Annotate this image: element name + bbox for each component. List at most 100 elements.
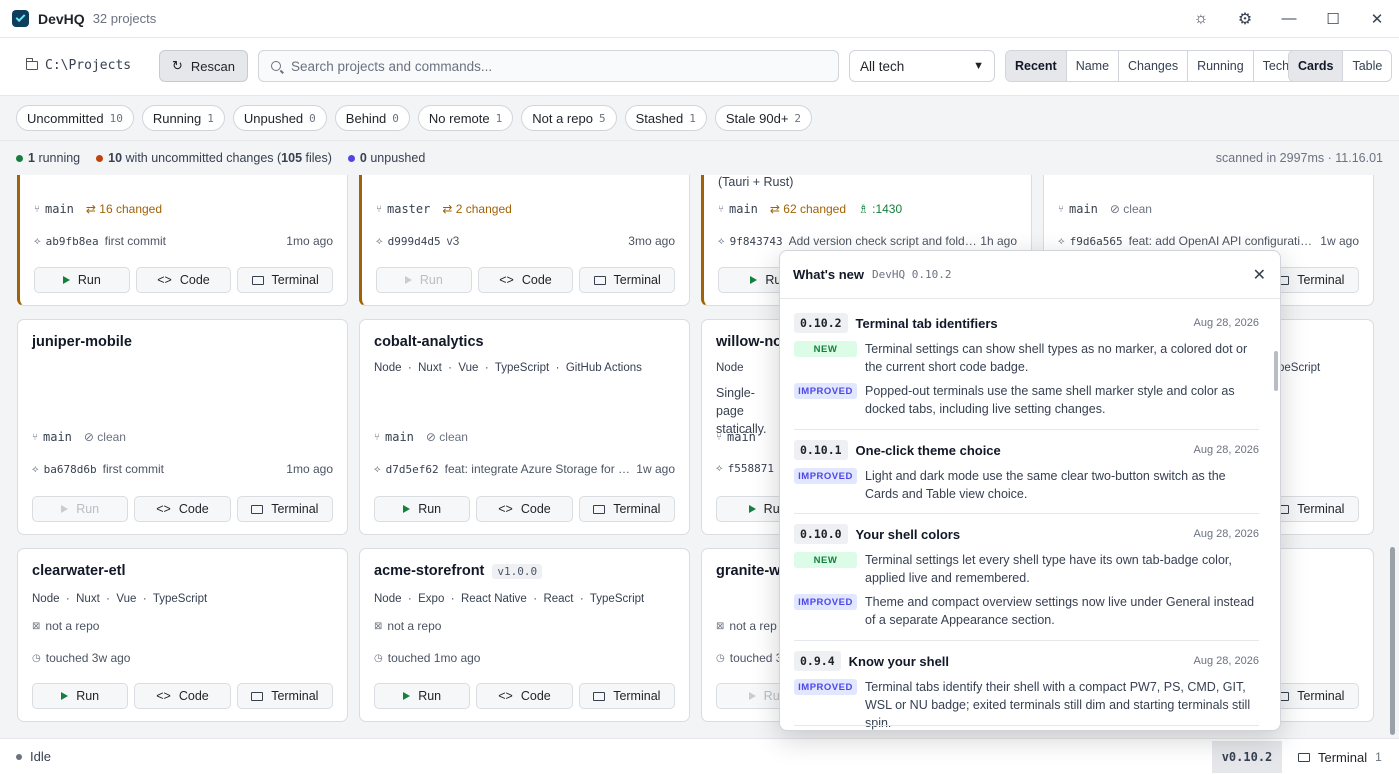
terminal-button[interactable]: Terminal [237, 267, 334, 293]
branch-name: main [43, 430, 72, 444]
terminal-label: Terminal [1297, 502, 1345, 516]
branch-name: main [45, 202, 74, 216]
commit-message: feat: add OpenAI API configuration ... [1128, 234, 1319, 248]
run-button[interactable]: Run [374, 683, 471, 709]
entry-date: Aug 28, 2026 [1193, 528, 1259, 540]
tech-filter-select[interactable]: All tech ▼ [849, 50, 995, 82]
filter-stale[interactable]: Stale 90d+ 2 [714, 105, 813, 131]
run-button[interactable]: Run [32, 496, 129, 522]
terminal-icon [251, 504, 264, 514]
terminal-button[interactable]: Terminal [236, 683, 333, 709]
commit-hash: ba678d6b [43, 462, 97, 476]
changelog-list[interactable]: 0.10.2 Terminal tab identifiers Aug 28, 20… [780, 299, 1280, 730]
changes-badge: ⇄ 2 changed [442, 202, 512, 216]
root-path[interactable]: C:\Projects [26, 58, 131, 73]
project-card[interactable]: cobalt-analytics Node · Nuxt · Vue · Typ… [359, 319, 690, 535]
run-button[interactable]: Run [376, 267, 472, 293]
commit-message: Add version check script and folder ... [788, 234, 979, 248]
tech-tag: React [543, 593, 574, 605]
terminal-button[interactable]: Terminal [578, 496, 675, 522]
view-cards[interactable]: Cards [1289, 51, 1344, 81]
filter-unpushed[interactable]: Unpushed 0 [232, 105, 327, 131]
run-label: Run [418, 689, 442, 703]
project-card[interactable]: acme-storefront v1.0.0 Node · Expo · Reac… [359, 548, 690, 722]
running-count: 1 [28, 151, 35, 165]
project-card[interactable]: ⑂ main ⇄ 16 changed ⟡ ab9fb8ea first commit 1… [17, 175, 348, 306]
chip-count: 10 [109, 111, 123, 125]
project-count: 32 projects [92, 11, 157, 26]
version-button[interactable]: v0.10.2 [1212, 741, 1282, 773]
sort-recent[interactable]: Recent [1006, 51, 1067, 81]
tech-list: (Tauri + Rust) [718, 175, 794, 189]
project-name: willow-no [716, 334, 782, 350]
terminal-panel-toggle[interactable]: Terminal 1 [1298, 739, 1382, 774]
code-button[interactable]: <> Code [476, 683, 573, 709]
tech-list: peScript [1278, 362, 1321, 374]
code-icon: <> [498, 689, 513, 703]
status-text: clean [439, 430, 468, 444]
run-button[interactable]: Run [34, 267, 130, 293]
play-icon [750, 276, 758, 284]
port-badge[interactable]: ♗ :1430 [858, 202, 902, 216]
files-count: 105 [281, 151, 303, 165]
rescan-button[interactable]: ↻ Rescan [159, 50, 248, 82]
grid-scrollbar[interactable] [1386, 175, 1399, 738]
filter-not-a-repo[interactable]: Not a repo 5 [521, 105, 617, 131]
project-card[interactable]: ⑂ master ⇄ 2 changed ⟡ d999d4d5 v3 3mo ago Ru… [359, 175, 690, 306]
branch-icon: ⑂ [376, 203, 382, 215]
branch-name: master [387, 202, 431, 216]
summary-line: 1 running 10 with uncommitted changes (1… [0, 141, 1399, 175]
scrollbar-thumb[interactable] [1390, 547, 1395, 735]
run-button[interactable]: Run [374, 496, 471, 522]
code-button[interactable]: <> Code [476, 496, 573, 522]
filter-running[interactable]: Running 1 [141, 105, 225, 131]
branch-row: ⑂ main ⇄ 16 changed [34, 202, 333, 216]
terminal-button[interactable]: Terminal [236, 496, 333, 522]
code-button[interactable]: <> Code [477, 267, 574, 293]
entry-version: 0.9.4 [794, 651, 841, 671]
popup-version: DevHQ 0.10.2 [872, 268, 952, 281]
close-icon[interactable]: ✕ [1253, 265, 1266, 285]
code-button[interactable]: <> Code [134, 496, 231, 522]
card-actions: Run <> Code Terminal [32, 496, 333, 522]
whats-new-popup: What's new DevHQ 0.10.2 ✕ 0.10.2 Terminal… [779, 250, 1281, 731]
maximize-button[interactable]: ☐ [1311, 0, 1355, 38]
port-text: :1430 [872, 202, 903, 216]
run-button[interactable]: Run [32, 683, 129, 709]
status-text: clean [97, 430, 126, 444]
search-input[interactable] [291, 58, 811, 74]
commit-row: ⟡ d999d4d5 v3 3mo ago [376, 234, 675, 248]
search-box[interactable] [258, 50, 839, 82]
filter-stashed[interactable]: Stashed 1 [624, 105, 707, 131]
settings-gear-icon[interactable]: ⚙ [1223, 0, 1267, 38]
terminal-button[interactable]: Terminal [578, 683, 675, 709]
project-card[interactable]: juniper-mobile ⑂ main ⊘ clean ⟡ ba678d6b fir… [17, 319, 348, 535]
terminal-label: Terminal [613, 273, 661, 287]
code-icon: <> [156, 502, 171, 516]
close-window-button[interactable]: ✕ [1355, 0, 1399, 38]
touched-row: ◷ touched 1mo ago [374, 651, 675, 665]
filter-uncommitted[interactable]: Uncommitted 10 [16, 105, 134, 131]
filter-behind[interactable]: Behind 0 [334, 105, 410, 131]
toolbar: C:\Projects ↻ Rescan All tech ▼ Recent N… [0, 38, 1399, 96]
terminal-button[interactable]: Terminal [579, 267, 676, 293]
commit-icon: ⟡ [718, 235, 725, 247]
project-card[interactable]: clearwater-etl Node · Nuxt · Vue · TypeS… [17, 548, 348, 722]
sort-name[interactable]: Name [1067, 51, 1120, 81]
sort-running[interactable]: Running [1188, 51, 1254, 81]
minimize-button[interactable]: — [1267, 0, 1311, 38]
sort-changes[interactable]: Changes [1119, 51, 1189, 81]
sort-segment: Recent Name Changes Running Tech [1005, 50, 1300, 82]
commit-icon: ⟡ [1058, 235, 1065, 247]
view-table[interactable]: Table [1343, 51, 1391, 81]
changelog-entry: 0.10.1 One-click theme choice Aug 28, 2026… [794, 439, 1259, 503]
entry-title: Your shell colors [855, 526, 961, 542]
code-button[interactable]: <> Code [135, 267, 232, 293]
code-button[interactable]: <> Code [134, 683, 231, 709]
popup-scroll-thumb[interactable] [1274, 351, 1278, 391]
commit-hash: ab9fb8ea [45, 234, 99, 248]
filter-no-remote[interactable]: No remote 1 [417, 105, 514, 131]
entry-date: Aug 28, 2026 [1193, 655, 1259, 667]
theme-toggle-sun-icon[interactable]: ☼ [1179, 0, 1223, 38]
commit-age: 1w ago [1320, 234, 1359, 248]
